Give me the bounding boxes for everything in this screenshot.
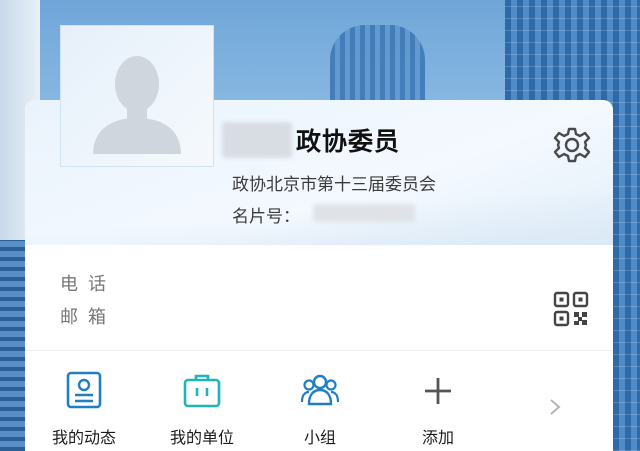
section-divider	[25, 350, 613, 351]
nav-item-my-activity[interactable]: 我的动态	[34, 368, 134, 451]
chevron-right-icon[interactable]	[548, 398, 562, 416]
nav-label-my-unit: 我的单位	[169, 428, 234, 447]
phone-label: 电话	[60, 274, 116, 295]
nav-label-group: 小组	[303, 428, 336, 447]
plus-icon	[425, 378, 451, 404]
member-name-redacted	[222, 122, 292, 158]
person-silhouette-icon	[93, 56, 181, 154]
group-icon	[300, 374, 340, 406]
gear-icon[interactable]	[552, 125, 592, 165]
avatar[interactable]	[60, 25, 214, 167]
card-number-redacted	[313, 204, 415, 222]
organization-name: 政协北京市第十三届委员会	[232, 175, 436, 195]
nav-label-add: 添加	[421, 428, 454, 447]
nav-label-my-activity: 我的动态	[51, 428, 116, 447]
qr-code-icon[interactable]	[553, 291, 589, 327]
email-label: 邮箱	[60, 307, 116, 328]
nav-item-add[interactable]: 添加	[388, 368, 488, 451]
member-title: 政协委员	[296, 127, 401, 156]
nav-item-my-unit[interactable]: 我的单位	[152, 368, 252, 451]
nav-item-group[interactable]: 小组	[270, 368, 370, 451]
profile-card-icon	[66, 371, 102, 409]
card-number-label: 名片号：	[232, 207, 300, 227]
background-building-left-lower	[0, 240, 28, 451]
briefcase-icon	[183, 374, 221, 408]
